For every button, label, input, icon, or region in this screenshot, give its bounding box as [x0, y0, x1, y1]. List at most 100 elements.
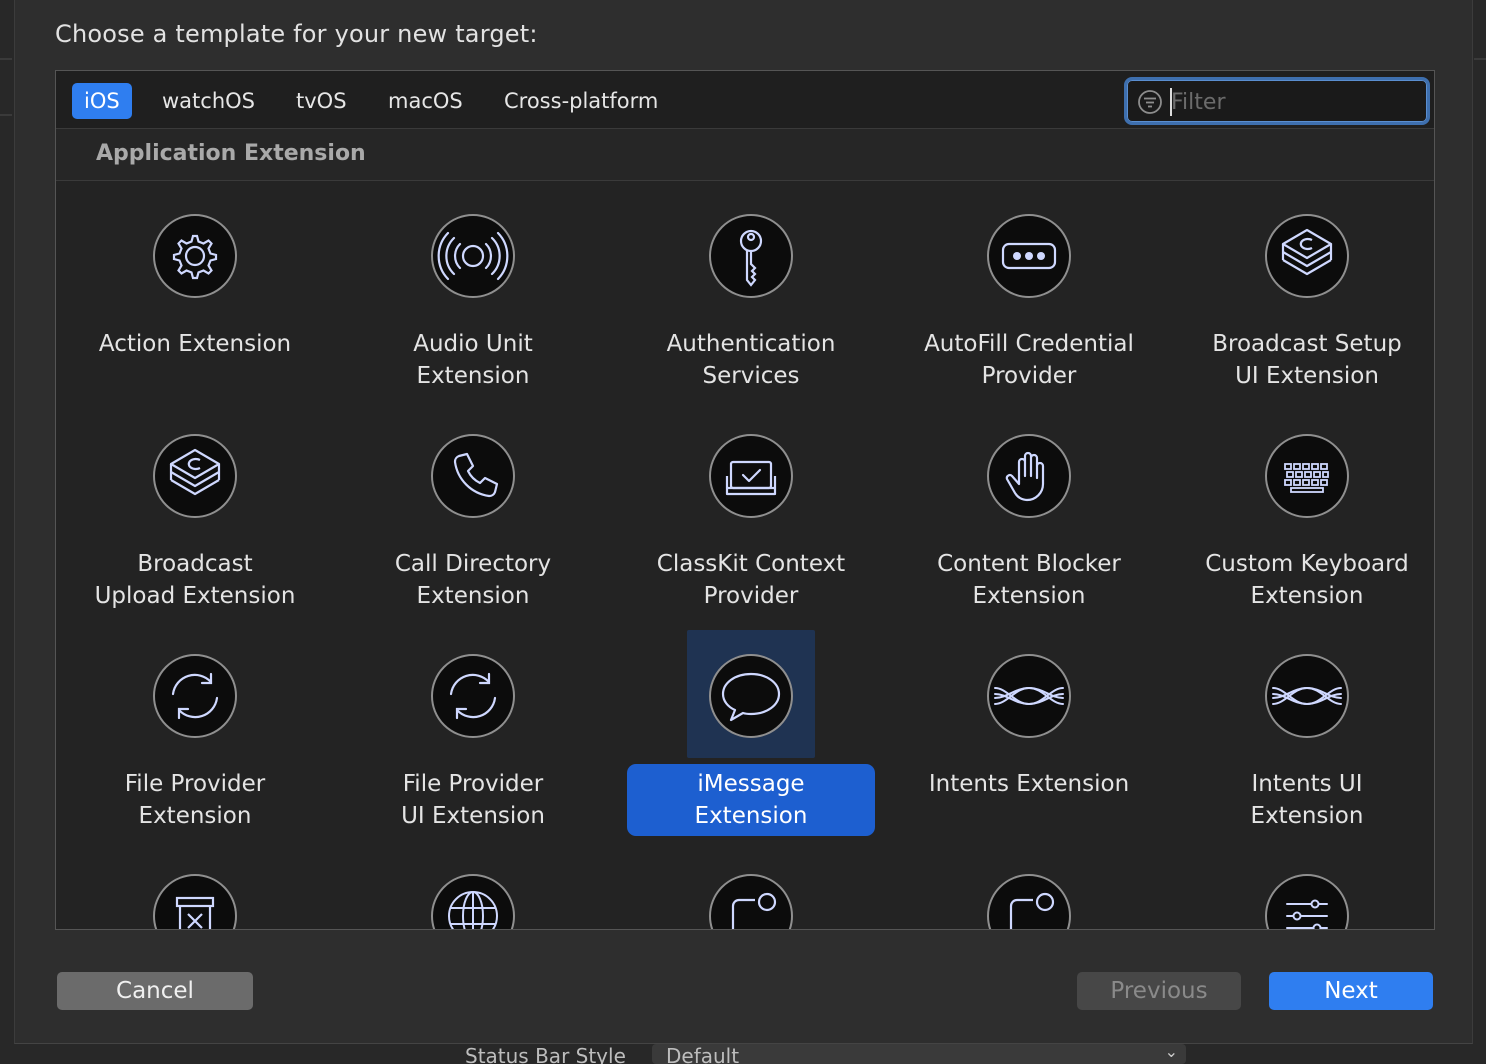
broadcast-stack-icon — [1281, 228, 1333, 276]
template-label: File Provider UI Extension — [401, 771, 545, 829]
template-panel: iOS watchOS tvOS macOS Cross-platform Ap… — [55, 70, 1435, 930]
notification-icon — [731, 892, 777, 929]
password-dots-icon — [1001, 242, 1057, 270]
tab-ios[interactable]: iOS — [72, 83, 132, 119]
tab-cross-platform[interactable]: Cross-platform — [492, 83, 670, 119]
notification-icon — [1009, 892, 1055, 929]
template-icon — [983, 430, 1075, 522]
template-broadcast-setup-ui-extension[interactable]: Broadcast Setup UI Extension — [1168, 182, 1434, 402]
speech-bubble-icon — [721, 672, 781, 722]
template-label: Authentication Services — [666, 331, 836, 389]
template-label: Content Blocker Extension — [937, 551, 1121, 609]
background-divider — [1474, 58, 1486, 60]
template-label: Broadcast Setup UI Extension — [1212, 331, 1402, 389]
template-icon — [149, 870, 241, 929]
template-file-provider-extension[interactable]: File Provider Extension — [56, 622, 334, 842]
template-icon — [149, 430, 241, 522]
tab-watchos[interactable]: watchOS — [150, 83, 267, 119]
template-icon — [149, 650, 241, 742]
template-icon — [705, 430, 797, 522]
template-autofill-credential-provider[interactable]: AutoFill Credential Provider — [890, 182, 1168, 402]
template-grid: Action Extension Audio Unit Extension Au… — [56, 182, 1434, 929]
text-caret — [1170, 88, 1172, 116]
template-audio-unit-extension[interactable]: Audio Unit Extension — [334, 182, 612, 402]
status-bar-style-label: Status Bar Style — [465, 1044, 626, 1064]
template-icon — [1261, 210, 1353, 302]
template-icon — [427, 650, 519, 742]
template-call-directory-extension[interactable]: Call Directory Extension — [334, 402, 612, 622]
template-row4-item-1[interactable] — [56, 842, 334, 929]
intents-waves-icon — [1272, 686, 1342, 706]
template-icon — [705, 210, 797, 302]
template-row4-item-5[interactable] — [1168, 842, 1434, 929]
intents-waves-icon — [994, 686, 1064, 706]
template-icon — [149, 210, 241, 302]
template-label: Custom Keyboard Extension — [1205, 551, 1409, 609]
template-custom-keyboard-extension[interactable]: Custom Keyboard Extension — [1168, 402, 1434, 622]
template-icon — [1261, 650, 1353, 742]
template-file-provider-ui-extension[interactable]: File Provider UI Extension — [334, 622, 612, 842]
section-header: Application Extension — [56, 129, 1434, 181]
background-divider — [0, 58, 12, 60]
template-broadcast-upload-extension[interactable]: Broadcast Upload Extension — [56, 402, 334, 622]
filter-icon — [1138, 90, 1162, 114]
cancel-button[interactable]: Cancel — [57, 972, 253, 1010]
template-action-extension[interactable]: Action Extension — [56, 182, 334, 402]
template-classkit-context-provider[interactable]: ClassKit Context Provider — [612, 402, 890, 622]
filter-input[interactable] — [1171, 88, 1411, 116]
next-button[interactable]: Next — [1269, 972, 1433, 1010]
audio-waves-icon — [437, 231, 509, 281]
template-row4-item-4[interactable] — [890, 842, 1168, 929]
template-icon — [983, 650, 1075, 742]
template-icon — [427, 430, 519, 522]
template-icon — [983, 210, 1075, 302]
template-authentication-services[interactable]: Authentication Services — [612, 182, 890, 402]
template-imessage-extension[interactable]: iMessage Extension — [612, 622, 890, 842]
status-bar-style-popup[interactable]: Default ⌄ — [652, 1044, 1186, 1064]
template-label: iMessage Extension — [627, 764, 875, 836]
classkit-icon — [725, 460, 777, 496]
template-icon — [705, 650, 797, 742]
hand-icon — [1005, 451, 1045, 502]
template-label: ClassKit Context Provider — [656, 551, 846, 609]
tab-tvos[interactable]: tvOS — [284, 83, 359, 119]
template-label: Action Extension — [98, 331, 292, 357]
globe-icon — [448, 891, 498, 929]
key-icon — [739, 229, 763, 287]
dialog-prompt: Choose a template for your new target: — [55, 20, 538, 48]
template-icon — [427, 210, 519, 302]
filter-field[interactable] — [1124, 77, 1430, 125]
template-label: Intents UI Extension — [1250, 771, 1364, 829]
template-content-blocker-extension[interactable]: Content Blocker Extension — [890, 402, 1168, 622]
sliders-icon — [1286, 899, 1328, 929]
keyboard-icon — [1284, 463, 1329, 493]
template-intents-extension[interactable]: Intents Extension — [890, 622, 1168, 842]
sync-arrows-icon — [449, 672, 497, 720]
previous-button[interactable]: Previous — [1077, 972, 1241, 1010]
template-icon — [427, 870, 519, 929]
status-bar-style-value: Default — [666, 1044, 740, 1064]
template-label: AutoFill Credential Provider — [924, 331, 1134, 389]
phone-icon — [453, 452, 499, 498]
template-label: Broadcast Upload Extension — [94, 551, 296, 609]
template-label: Call Directory Extension — [394, 551, 552, 609]
chevron-down-icon: ⌄ — [1164, 1044, 1178, 1061]
template-icon — [1261, 430, 1353, 522]
template-icon — [983, 870, 1075, 929]
template-intents-ui-extension[interactable]: Intents UI Extension — [1168, 622, 1434, 842]
sync-arrows-icon — [171, 672, 219, 720]
template-icon — [705, 870, 797, 929]
template-label: File Provider Extension — [124, 771, 266, 829]
template-icon — [1261, 870, 1353, 929]
template-row4-item-3[interactable] — [612, 842, 890, 929]
template-label: Intents Extension — [928, 771, 1130, 797]
broadcast-stack-icon — [169, 448, 221, 496]
template-row4-item-2[interactable] — [334, 842, 612, 929]
template-chooser-sheet: Choose a template for your new target: i… — [14, 0, 1473, 1044]
section-title: Application Extension — [96, 141, 366, 166]
tab-macos[interactable]: macOS — [376, 83, 475, 119]
platform-tab-bar: iOS watchOS tvOS macOS Cross-platform — [56, 71, 1434, 129]
template-label: Audio Unit Extension — [413, 331, 533, 389]
gear-icon — [172, 234, 218, 280]
background-divider — [0, 114, 12, 116]
